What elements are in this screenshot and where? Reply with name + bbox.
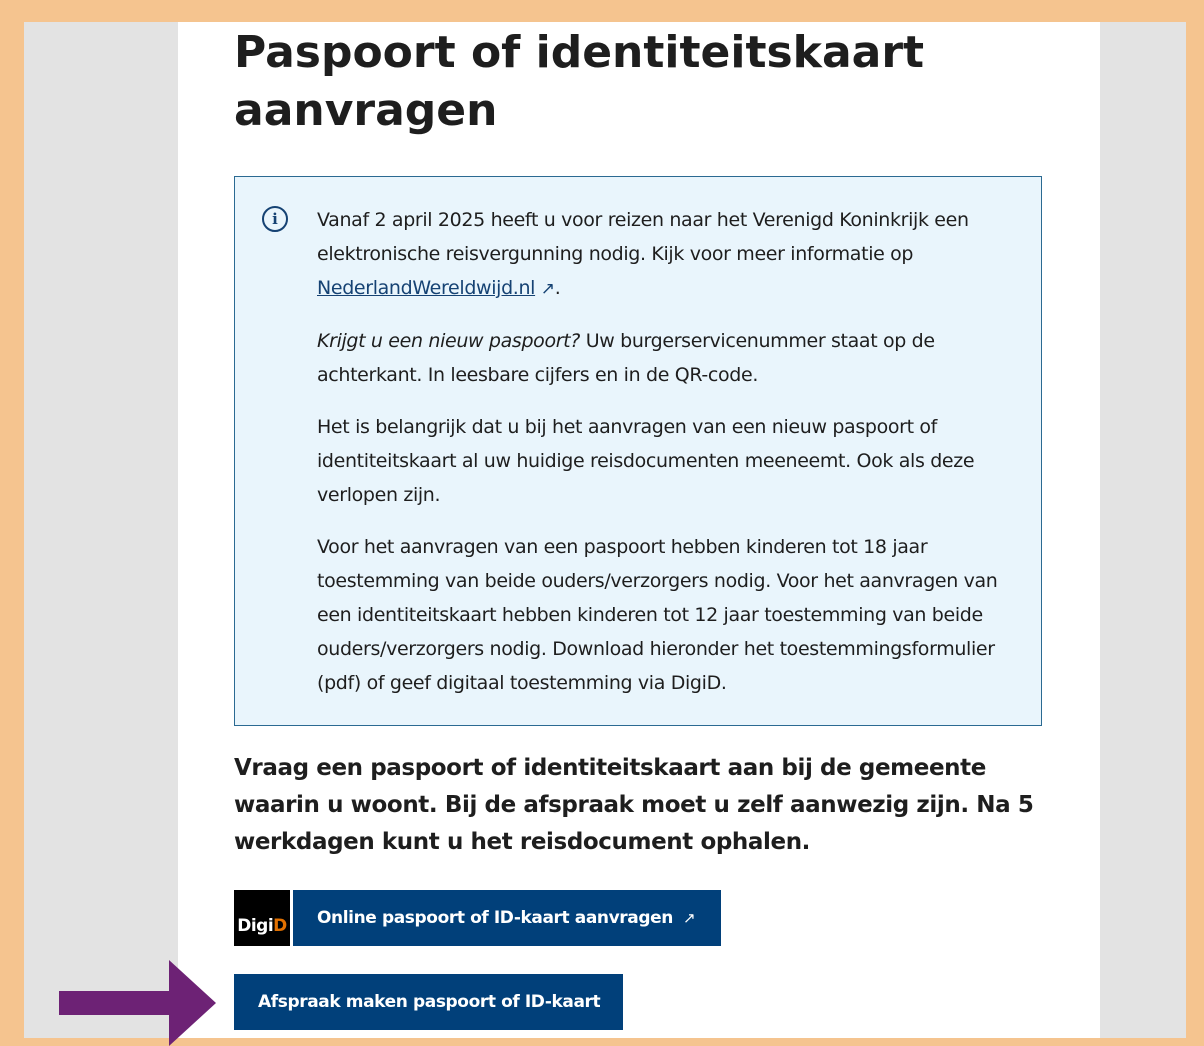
make-appointment-button[interactable]: Afspraak maken paspoort of ID-kaart bbox=[234, 974, 623, 1030]
digid-logo: Digi D bbox=[234, 890, 290, 946]
info-circle-icon: i bbox=[262, 206, 288, 232]
external-link-icon: ↗ bbox=[682, 909, 696, 927]
info-text: Vanaf 2 april 2025 heeft u voor reizen n… bbox=[317, 203, 1027, 718]
info-paragraph-bsn: Krijgt u een nieuw paspoort? Uw burgerse… bbox=[317, 330, 935, 386]
nederlandwereldwijd-link[interactable]: NederlandWereldwijd.nl bbox=[317, 277, 535, 299]
info-paragraph-travel: Vanaf 2 april 2025 heeft u voor reizen n… bbox=[317, 209, 969, 299]
main-content: Paspoort of identiteitskaart aanvragen i… bbox=[178, 22, 1100, 1038]
external-link-icon: ↗ bbox=[540, 279, 555, 299]
online-apply-button[interactable]: Online paspoort of ID-kaart aanvragen ↗ bbox=[293, 890, 721, 946]
digid-row: Digi D Online paspoort of ID-kaart aanvra… bbox=[234, 890, 721, 946]
page-title: Paspoort of identiteitskaart aanvragen bbox=[234, 27, 925, 136]
info-paragraph-documents: Het is belangrijk dat u bij het aanvrage… bbox=[317, 416, 975, 506]
arrow-right-icon bbox=[59, 960, 216, 1046]
info-callout: i Vanaf 2 april 2025 heeft u voor reizen… bbox=[234, 176, 1042, 726]
lead-text: Vraag een paspoort of identiteitskaart a… bbox=[234, 755, 1034, 855]
info-paragraph-consent: Voor het aanvragen van een paspoort hebb… bbox=[317, 536, 998, 694]
page-frame: Paspoort of identiteitskaart aanvragen i… bbox=[24, 22, 1186, 1038]
